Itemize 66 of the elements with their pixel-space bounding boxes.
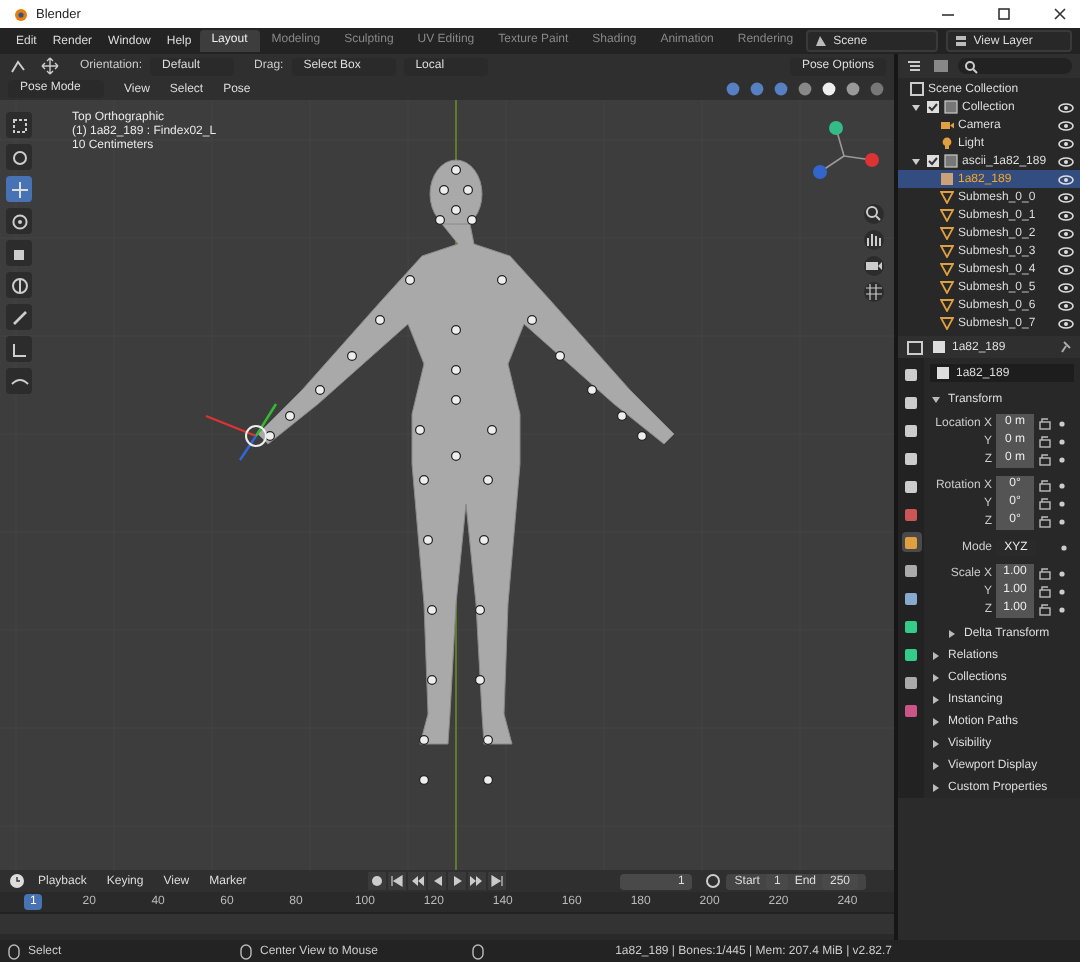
move-icon[interactable] — [40, 56, 60, 76]
keyframe-dot-icon[interactable] — [1060, 543, 1068, 551]
maximize-icon[interactable] — [996, 6, 1012, 22]
lock-icon[interactable] — [1038, 416, 1052, 430]
close-icon[interactable] — [1052, 6, 1068, 22]
blender-logo-icon — [12, 6, 28, 22]
layers-icon — [953, 34, 968, 48]
eye-icon[interactable] — [1058, 245, 1074, 257]
keyframe-dot-icon[interactable] — [1058, 517, 1066, 525]
search-icon — [964, 59, 978, 73]
scene-icon — [813, 34, 828, 48]
clock-icon[interactable] — [8, 872, 26, 890]
collection-icon — [944, 100, 958, 114]
mouse-icon — [240, 943, 252, 959]
eye-icon[interactable] — [1058, 317, 1074, 329]
record-icon[interactable] — [368, 872, 387, 890]
armature-icon — [940, 172, 954, 186]
eye-icon[interactable] — [1058, 173, 1074, 185]
keyframe-dot-icon[interactable] — [1058, 605, 1066, 613]
lock-icon[interactable] — [1038, 452, 1052, 466]
expand-arrow-icon[interactable] — [910, 101, 922, 113]
lock-icon[interactable] — [1038, 584, 1052, 598]
keyframe-dot-icon[interactable] — [1058, 569, 1066, 577]
camera-icon — [940, 118, 954, 132]
expand-arrow-icon[interactable] — [910, 155, 922, 167]
keyframe-dot-icon[interactable] — [1058, 481, 1066, 489]
jump-start-icon[interactable] — [388, 872, 407, 890]
mouse-icon — [472, 943, 484, 959]
keyframe-dot-icon[interactable] — [1058, 587, 1066, 595]
eye-icon[interactable] — [1058, 119, 1074, 131]
keyframe-dot-icon[interactable] — [1058, 437, 1066, 445]
next-keyframe-icon[interactable] — [468, 872, 487, 890]
jump-end-icon[interactable] — [488, 872, 507, 890]
grid-icon[interactable] — [864, 282, 884, 302]
keyframe-dot-icon[interactable] — [1058, 499, 1066, 507]
eye-icon[interactable] — [1058, 281, 1074, 293]
eye-icon[interactable] — [1058, 263, 1074, 275]
checkbox-icon[interactable] — [926, 154, 940, 168]
eye-icon[interactable] — [1058, 101, 1074, 113]
lock-icon[interactable] — [1038, 602, 1052, 616]
transform-gizmo-drawing[interactable] — [205, 403, 277, 461]
light-icon — [940, 136, 954, 150]
eye-icon[interactable] — [1058, 191, 1074, 203]
search-field[interactable] — [958, 58, 1072, 74]
eye-icon[interactable] — [1058, 299, 1074, 311]
pin-icon[interactable] — [1058, 340, 1072, 354]
editor-type-icon[interactable] — [906, 339, 926, 355]
lock-icon[interactable] — [1038, 434, 1052, 448]
eye-icon[interactable] — [1058, 137, 1074, 149]
zoom-icon[interactable] — [864, 204, 884, 224]
eye-icon[interactable] — [1058, 209, 1074, 221]
keyframe-dot-icon[interactable] — [1058, 455, 1066, 463]
lock-icon[interactable] — [1038, 514, 1052, 528]
eye-icon[interactable] — [1058, 227, 1074, 239]
collection-icon — [944, 154, 958, 168]
lock-icon[interactable] — [1038, 566, 1052, 580]
collection-icon — [910, 82, 924, 96]
eye-icon[interactable] — [1058, 155, 1074, 167]
display-mode-icon[interactable] — [906, 58, 926, 74]
lock-icon[interactable] — [1038, 496, 1052, 510]
checkbox-icon[interactable] — [926, 100, 940, 114]
lock-icon[interactable] — [1038, 478, 1052, 492]
previous-keyframe-icon[interactable] — [408, 872, 427, 890]
camera-icon[interactable] — [864, 256, 884, 276]
mouse-icon — [8, 943, 20, 959]
keyframe-dot-icon[interactable] — [1058, 419, 1066, 427]
